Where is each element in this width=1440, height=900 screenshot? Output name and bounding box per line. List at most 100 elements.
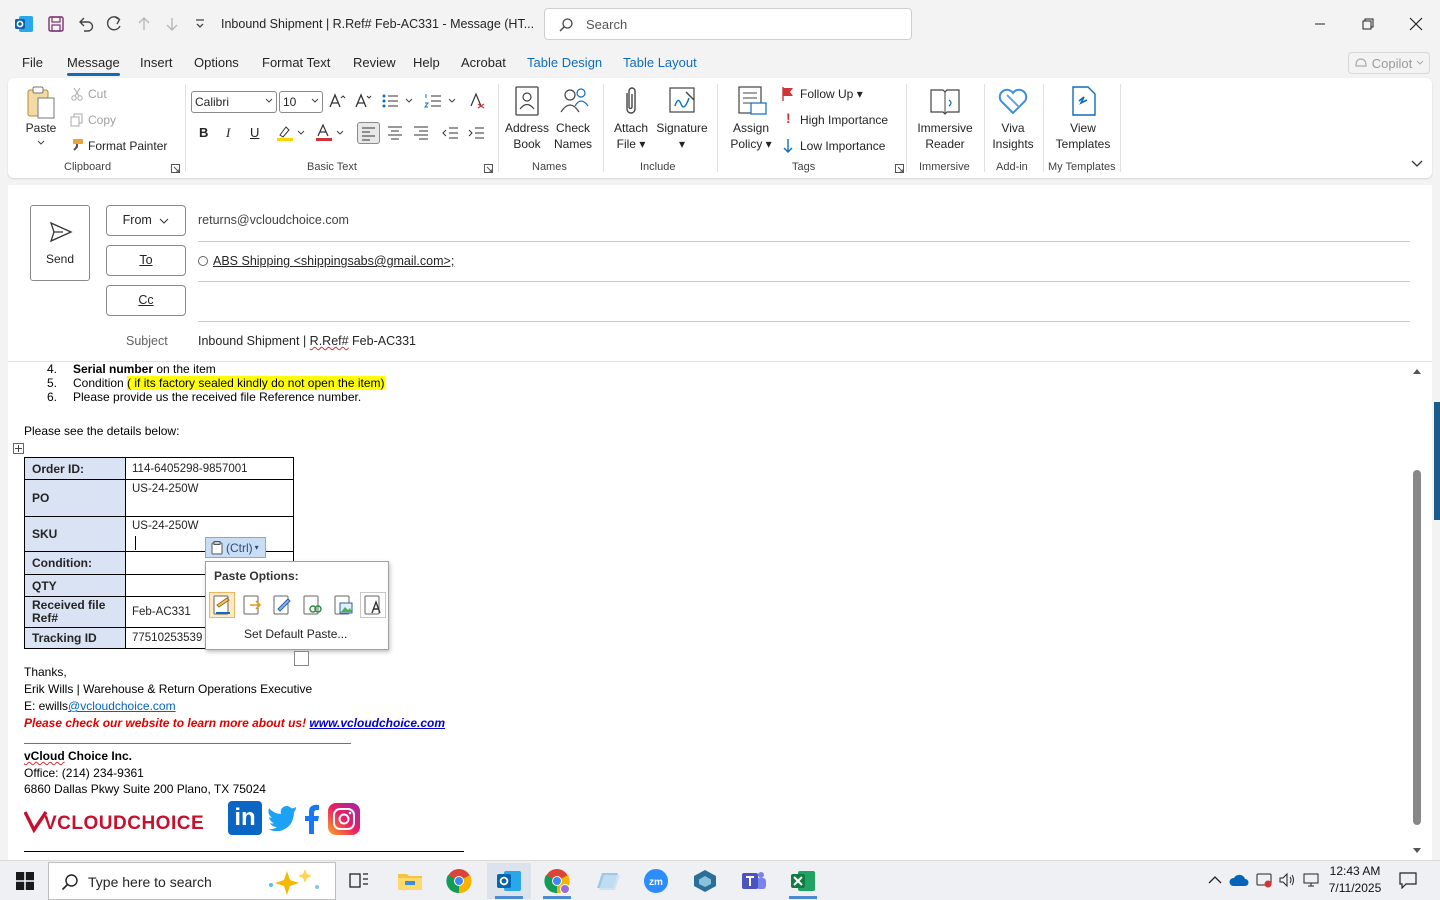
system-clock[interactable]: 12:43 AM 7/11/2025 [1320,863,1390,897]
tab-table-design[interactable]: Table Design [527,55,602,70]
security-icon[interactable] [1255,871,1273,889]
follow-up-button[interactable]: Follow Up ▾ [800,87,863,101]
tab-format-text[interactable]: Format Text [262,55,330,70]
font-family-select[interactable]: Calibri [191,91,277,113]
viva-insights-icon[interactable] [997,85,1029,117]
speaker-icon[interactable] [1278,872,1296,888]
taskbar-search-input[interactable]: Type here to search [48,862,336,900]
tab-insert[interactable]: Insert [140,55,173,70]
font-size-select[interactable]: 10 [279,91,323,113]
increase-indent-icon[interactable] [467,124,485,142]
shrink-font-icon[interactable] [354,93,372,109]
search-input[interactable]: Search [544,8,912,40]
grow-font-icon[interactable] [328,93,346,109]
excel-icon[interactable] [781,863,825,899]
tab-message[interactable]: Message [67,55,120,70]
attach-file-icon[interactable] [621,85,641,117]
address-book-icon[interactable] [514,86,540,116]
paste-merge-formatting-icon[interactable] [239,592,265,618]
table-value[interactable]: US-24-250W [125,479,294,517]
align-left-button[interactable] [357,122,380,144]
dialog-launcher-icon[interactable] [895,164,904,173]
twitter-icon[interactable] [266,803,298,831]
file-explorer-icon[interactable] [388,863,432,899]
app-cube-icon[interactable] [683,863,727,899]
undo-icon[interactable] [76,14,96,34]
tab-options[interactable]: Options [194,55,239,70]
tab-review[interactable]: Review [353,55,396,70]
chrome-icon[interactable] [437,863,481,899]
tab-acrobat[interactable]: Acrobat [461,55,506,70]
view-templates-icon[interactable] [1070,85,1098,117]
facebook-icon[interactable] [303,804,321,834]
arrow-down-icon[interactable] [162,14,182,34]
paste-picture-icon[interactable] [330,592,356,618]
high-importance-button[interactable]: High Importance [800,113,888,127]
check-names-icon[interactable] [558,86,590,116]
cut-button[interactable]: Cut [88,87,107,101]
redo-icon[interactable] [104,14,124,34]
scrollbar-thumb[interactable] [1413,470,1421,825]
copilot-button[interactable]: Copilot [1348,52,1430,74]
signature-icon[interactable] [668,86,698,116]
ribbon-options-chevron-icon[interactable] [1411,160,1423,168]
tab-help[interactable]: Help [413,55,440,70]
bold-button[interactable]: B [199,125,208,140]
email-link[interactable]: @vcloudchoice.com [68,699,176,713]
outlook-taskbar-icon[interactable] [487,863,531,899]
instagram-icon[interactable] [328,803,360,835]
minimize-button[interactable] [1297,0,1343,48]
tab-file[interactable]: File [22,55,43,70]
customize-qat-icon[interactable] [192,14,212,34]
chevron-up-icon[interactable] [1208,875,1222,885]
numbering-icon[interactable] [424,93,460,109]
scroll-down-icon[interactable] [1412,847,1422,855]
paste-options-button[interactable]: (Ctrl) ▾ [205,537,266,558]
italic-button[interactable]: I [226,125,230,141]
low-importance-button[interactable]: Low Importance [800,139,885,153]
table-value[interactable]: 114-6405298-9857001 [125,457,294,480]
table-resize-handle[interactable] [294,651,309,666]
paste-use-destination-styles-icon[interactable] [269,592,295,618]
remote-desktop-icon[interactable] [585,863,629,899]
arrow-up-icon[interactable] [134,14,154,34]
to-recipient[interactable]: ABS Shipping <shippingsabs@gmail.com>; [213,254,454,268]
chrome-profile-icon[interactable] [535,863,579,899]
tab-table-layout[interactable]: Table Layout [623,55,697,70]
website-link[interactable]: www.vcloudchoice.com [309,716,445,730]
paste-keep-source-formatting-icon[interactable] [209,592,235,618]
teams-icon[interactable] [732,863,776,899]
save-icon[interactable] [46,14,66,34]
align-right-icon[interactable] [412,124,430,142]
cc-button[interactable]: Cc [106,285,186,316]
send-button[interactable]: Send [30,205,90,281]
restore-button[interactable] [1345,0,1391,48]
underline-button[interactable]: U [250,125,259,140]
table-move-handle-icon[interactable] [13,443,24,454]
windows-start-icon[interactable] [16,872,34,890]
zoom-icon[interactable]: zm [634,863,678,899]
set-default-paste-item[interactable]: Set Default Paste... [244,627,347,641]
bullets-icon[interactable] [381,93,417,109]
copy-button[interactable]: Copy [88,113,116,127]
decrease-indent-icon[interactable] [441,124,459,142]
task-view-icon[interactable] [337,863,381,899]
paste-link-icon[interactable] [299,592,325,618]
align-center-icon[interactable] [386,124,404,142]
linkedin-icon[interactable]: in [228,801,262,835]
paste-keep-text-only-icon[interactable] [360,592,386,618]
onedrive-icon[interactable] [1229,873,1249,887]
to-button[interactable]: To [106,245,186,276]
font-color-icon[interactable] [315,124,347,142]
highlight-color-icon[interactable] [276,124,308,142]
assign-policy-icon[interactable] [736,85,768,117]
from-button[interactable]: From [106,205,186,236]
paste-button[interactable] [22,84,58,122]
dialog-launcher-icon[interactable] [171,164,180,173]
notifications-icon[interactable] [1398,871,1418,889]
chevron-down-icon[interactable] [37,140,45,146]
immersive-reader-icon[interactable] [929,86,961,116]
close-button[interactable] [1393,0,1439,48]
subject-input[interactable]: Inbound Shipment | R.Ref# Feb-AC331 [198,334,416,348]
network-icon[interactable] [1302,872,1320,888]
